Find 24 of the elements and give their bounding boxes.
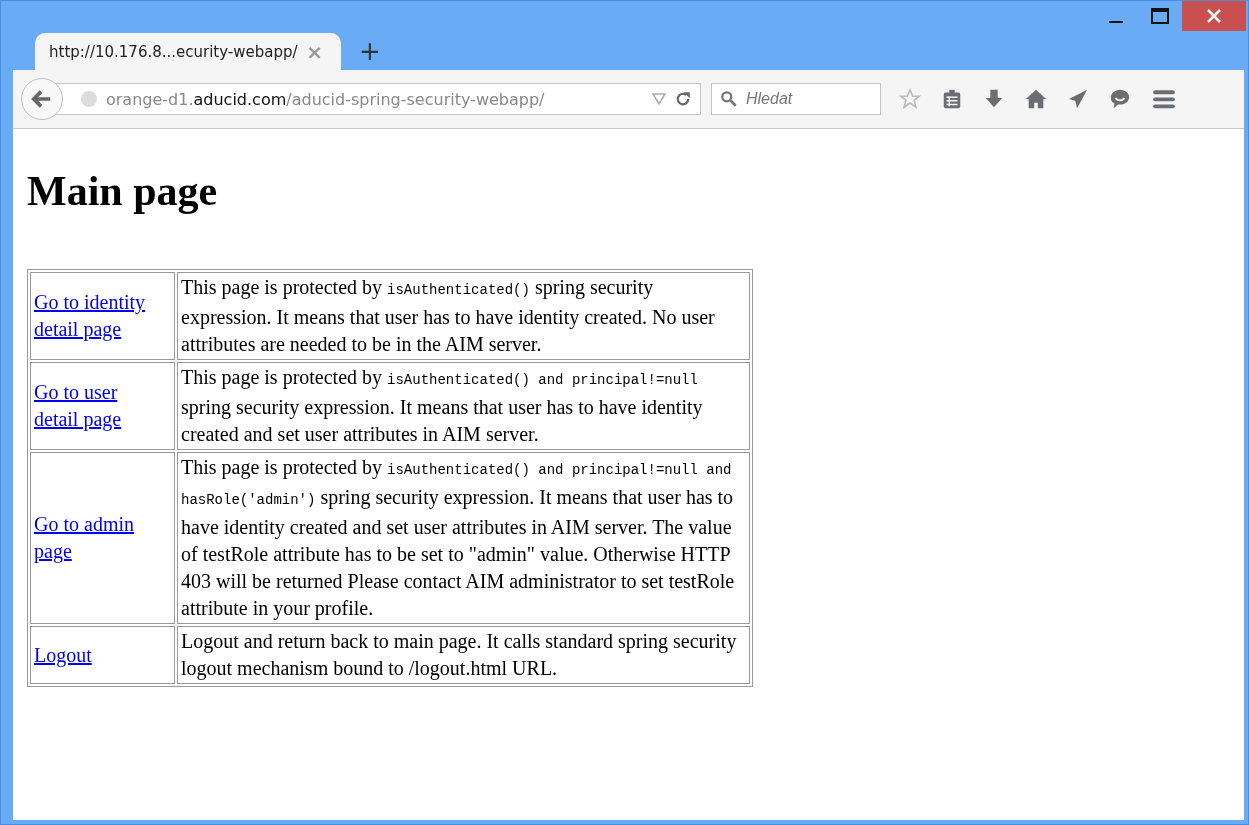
description-text: This page is protected by isAuthenticated() and principal!=null spring security expression. It means that user has to have identity created and set user attributes in AIM server. bbox=[181, 366, 703, 445]
back-arrow-icon bbox=[31, 88, 53, 110]
download-icon[interactable] bbox=[983, 88, 1005, 110]
paper-plane-icon[interactable] bbox=[1067, 88, 1089, 110]
description-text: This page is protected by isAuthenticated() and principal!=null and hasRole('admin') spring security expression. It means that user has to have identity created and set user attributes in AIM server. The value of testRole attribute has to be set to "admin" value. Otherwise HTTP 403 will be returned Please contact AIM administrator to set testRole attribute in your profile. bbox=[181, 456, 735, 619]
close-icon bbox=[1207, 9, 1221, 23]
search-icon bbox=[720, 90, 738, 108]
star-icon[interactable] bbox=[899, 88, 921, 110]
search-input[interactable]: Hledat bbox=[744, 89, 868, 109]
description-text: This page is protected by isAuthenticated() spring security expression. It means that user has to have identity created. No user attributes are needed to be in the AIM server. bbox=[181, 276, 715, 355]
close-button[interactable] bbox=[1182, 1, 1246, 31]
maximize-icon bbox=[1151, 8, 1169, 24]
chat-smiley-icon[interactable] bbox=[1109, 88, 1131, 110]
back-button[interactable] bbox=[21, 78, 63, 120]
browser-tab[interactable]: http://10.176.8...ecurity-webapp/ × bbox=[35, 33, 341, 70]
description-text: Logout and return back to main page. It calls standard spring security logout mechanism bound to /logout.html URL. bbox=[181, 630, 737, 679]
search-field[interactable]: Hledat bbox=[711, 83, 881, 115]
new-tab-button[interactable]: + bbox=[349, 36, 391, 66]
reload-icon[interactable] bbox=[674, 90, 692, 108]
minimize-icon bbox=[1109, 21, 1123, 23]
page-link[interactable]: Logout bbox=[34, 641, 92, 669]
page-heading: Main page bbox=[27, 167, 219, 215]
clipboard-icon[interactable] bbox=[941, 88, 963, 110]
home-icon[interactable] bbox=[1025, 88, 1047, 110]
